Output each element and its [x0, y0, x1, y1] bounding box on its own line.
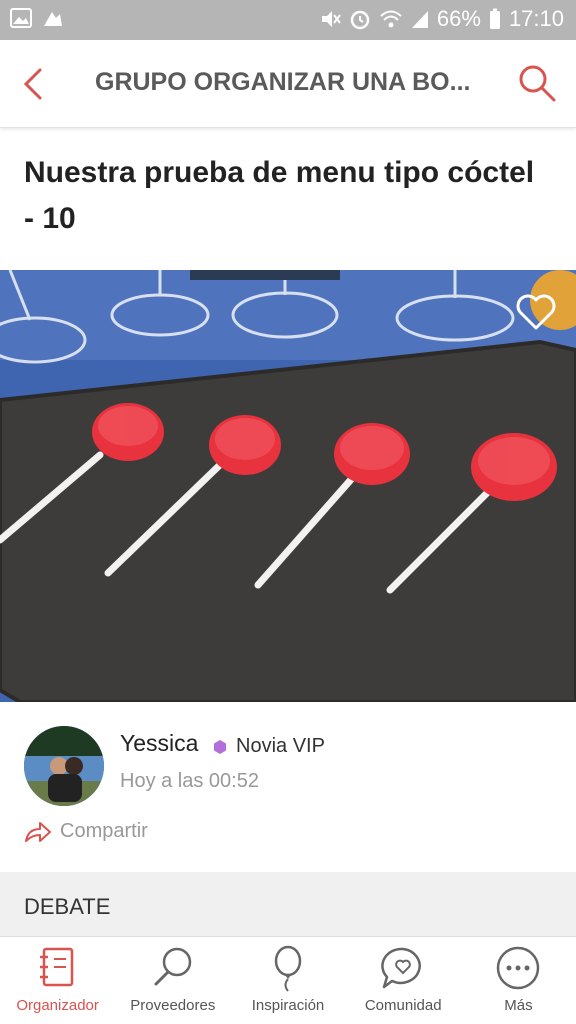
- balloon-icon: [274, 945, 302, 992]
- lollipops-image: [0, 270, 576, 702]
- share-button[interactable]: Compartir: [24, 820, 148, 843]
- status-bar: 66% 17:10: [0, 0, 576, 40]
- clock: 17:10: [508, 6, 564, 31]
- nav-label: Inspiración: [251, 997, 325, 1014]
- app-notification-icon: [44, 12, 62, 26]
- hexagon-icon: [214, 739, 226, 754]
- more-icon: [497, 946, 540, 990]
- post-timestamp: Hoy a las 00:52: [120, 770, 259, 792]
- post-author: Yessica Novia VIP Hoy a las 00:52 Compar…: [0, 702, 576, 872]
- post-title: Nuestra prueba de menu tipo cóctel - 10: [24, 156, 535, 235]
- app-header: GRUPO ORGANIZAR UNA BO...: [0, 40, 576, 128]
- debate-section-header: DEBATE: [0, 872, 576, 936]
- alarm-icon: [350, 10, 370, 30]
- gallery-icon: [10, 8, 32, 28]
- bottom-nav: Organizador Proveedores Inspiración Comu…: [0, 936, 576, 1024]
- battery-icon: [489, 8, 500, 29]
- debate-label: DEBATE: [24, 894, 111, 919]
- nav-inspiracion[interactable]: Inspiración: [230, 937, 345, 1024]
- badge-label: Novia VIP: [236, 735, 325, 757]
- heart-icon[interactable]: [514, 290, 558, 334]
- chevron-left-icon[interactable]: [18, 64, 54, 104]
- signal-icon: [411, 11, 428, 28]
- nav-label: Más: [504, 997, 533, 1014]
- mute-icon: [321, 11, 341, 27]
- battery-percent: 66%: [436, 6, 481, 31]
- notebook-icon: [39, 947, 73, 987]
- wifi-icon: [380, 10, 402, 28]
- magnifier-icon: [154, 947, 192, 986]
- nav-comunidad[interactable]: Comunidad: [346, 937, 461, 1024]
- author-name[interactable]: Yessica: [120, 730, 198, 757]
- avatar[interactable]: [24, 726, 104, 806]
- nav-label: Proveedores: [130, 997, 216, 1014]
- share-arrow-icon: [25, 821, 51, 842]
- post-photo[interactable]: [0, 270, 576, 702]
- avatar-photo: [24, 726, 104, 806]
- chat-heart-icon: [381, 947, 422, 989]
- nav-label: Comunidad: [364, 997, 442, 1014]
- nav-proveedores[interactable]: Proveedores: [115, 937, 230, 1024]
- nav-organizador[interactable]: Organizador: [0, 937, 115, 1024]
- search-icon[interactable]: [516, 62, 558, 104]
- group-title: GRUPO ORGANIZAR UNA BO...: [95, 68, 471, 96]
- share-label: Compartir: [60, 820, 148, 842]
- nav-label: Organizador: [16, 997, 99, 1014]
- nav-mas[interactable]: Más: [461, 937, 576, 1024]
- vip-badge: Novia VIP: [212, 735, 325, 758]
